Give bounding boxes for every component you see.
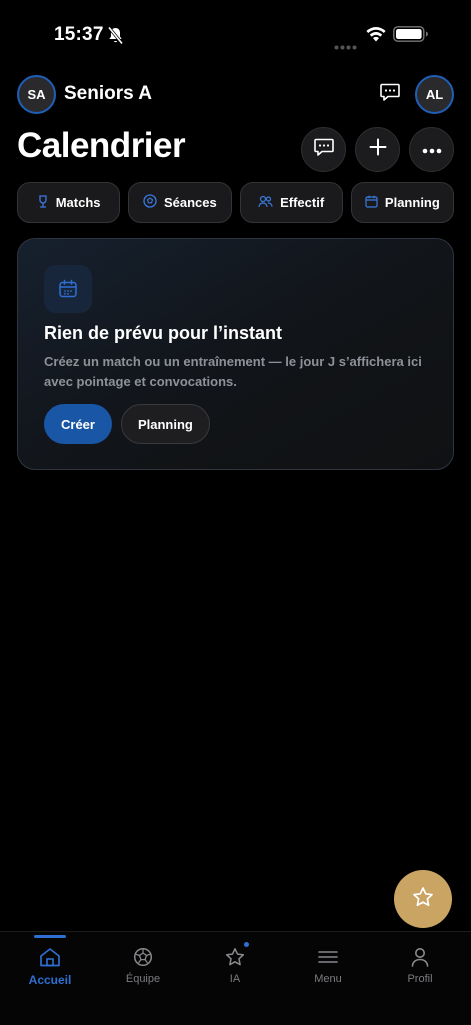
person-icon bbox=[411, 945, 429, 969]
user-avatar[interactable]: AL bbox=[415, 75, 454, 114]
tab-profil[interactable]: Profil bbox=[373, 932, 467, 1002]
chip-planning[interactable]: Planning bbox=[350, 182, 454, 223]
chip-label: Séances bbox=[163, 195, 217, 210]
empty-state-title: Rien de prévu pour l’instant bbox=[44, 323, 283, 343]
menu-icon bbox=[318, 945, 338, 969]
tab-equipe[interactable]: Équipe bbox=[96, 932, 190, 1002]
planning-button[interactable]: Planning bbox=[120, 404, 210, 444]
chat-button[interactable] bbox=[301, 127, 346, 172]
home-icon bbox=[39, 945, 61, 969]
tab-label: IA bbox=[229, 973, 241, 985]
page-title: Calendrier bbox=[17, 126, 186, 165]
active-tab-indicator bbox=[34, 935, 66, 938]
empty-state-text: Créez un match ou un entraînement — le j… bbox=[44, 354, 422, 389]
calendar-icon bbox=[44, 265, 92, 313]
team-initials: SA bbox=[27, 87, 46, 102]
chip-matchs[interactable]: Matchs bbox=[17, 182, 121, 223]
team-avatar[interactable]: SA bbox=[17, 75, 56, 114]
more-button[interactable] bbox=[409, 127, 454, 172]
users-icon bbox=[258, 195, 273, 211]
user-initials: AL bbox=[425, 87, 444, 102]
tab-bar: Accueil Équipe IA Menu Profil bbox=[0, 931, 471, 1025]
add-button[interactable] bbox=[355, 127, 400, 172]
tab-ia[interactable]: IA bbox=[188, 932, 282, 1002]
chip-seances[interactable]: Séances bbox=[128, 182, 232, 223]
notification-dot bbox=[244, 942, 249, 947]
trophy-icon bbox=[37, 194, 49, 211]
tab-label: Profil bbox=[407, 973, 433, 985]
empty-state-card: Rien de prévu pour l’instant Créez un ma… bbox=[17, 238, 454, 470]
tab-label: Menu bbox=[314, 973, 342, 985]
more-icon bbox=[422, 141, 442, 159]
tab-accueil[interactable]: Accueil bbox=[3, 932, 97, 1002]
chip-effectif[interactable]: Effectif bbox=[239, 182, 343, 223]
tab-label: Équipe bbox=[125, 973, 161, 985]
create-button[interactable]: Créer bbox=[44, 404, 112, 444]
chat-icon bbox=[380, 83, 400, 106]
app-header: SA Seniors A AL bbox=[17, 75, 454, 115]
calendar-icon bbox=[365, 195, 378, 211]
empty-state-actions: Créer Planning bbox=[44, 404, 210, 444]
ai-fab-button[interactable] bbox=[394, 870, 452, 928]
team-name[interactable]: Seniors A bbox=[64, 83, 152, 105]
signal-icon bbox=[334, 37, 358, 55]
chip-label: Effectif bbox=[280, 195, 325, 210]
plus-icon bbox=[369, 138, 387, 161]
star-icon bbox=[225, 942, 249, 969]
tab-label: Accueil bbox=[28, 973, 72, 987]
battery-icon bbox=[393, 26, 429, 47]
ball-icon bbox=[133, 945, 153, 969]
title-actions bbox=[301, 127, 454, 172]
chip-label: Matchs bbox=[55, 195, 101, 210]
ball-icon bbox=[143, 194, 157, 211]
star-icon bbox=[412, 886, 434, 913]
bell-off-icon bbox=[107, 26, 124, 50]
messages-button[interactable] bbox=[378, 82, 402, 106]
status-time: 15:37 bbox=[54, 24, 104, 45]
chat-icon bbox=[313, 138, 334, 161]
status-bar: 15:37 bbox=[0, 0, 471, 70]
tab-menu[interactable]: Menu bbox=[281, 932, 375, 1002]
filter-chips: Matchs Séances Effectif Planning bbox=[17, 182, 454, 223]
wifi-icon bbox=[365, 26, 387, 47]
chip-label: Planning bbox=[384, 195, 440, 210]
